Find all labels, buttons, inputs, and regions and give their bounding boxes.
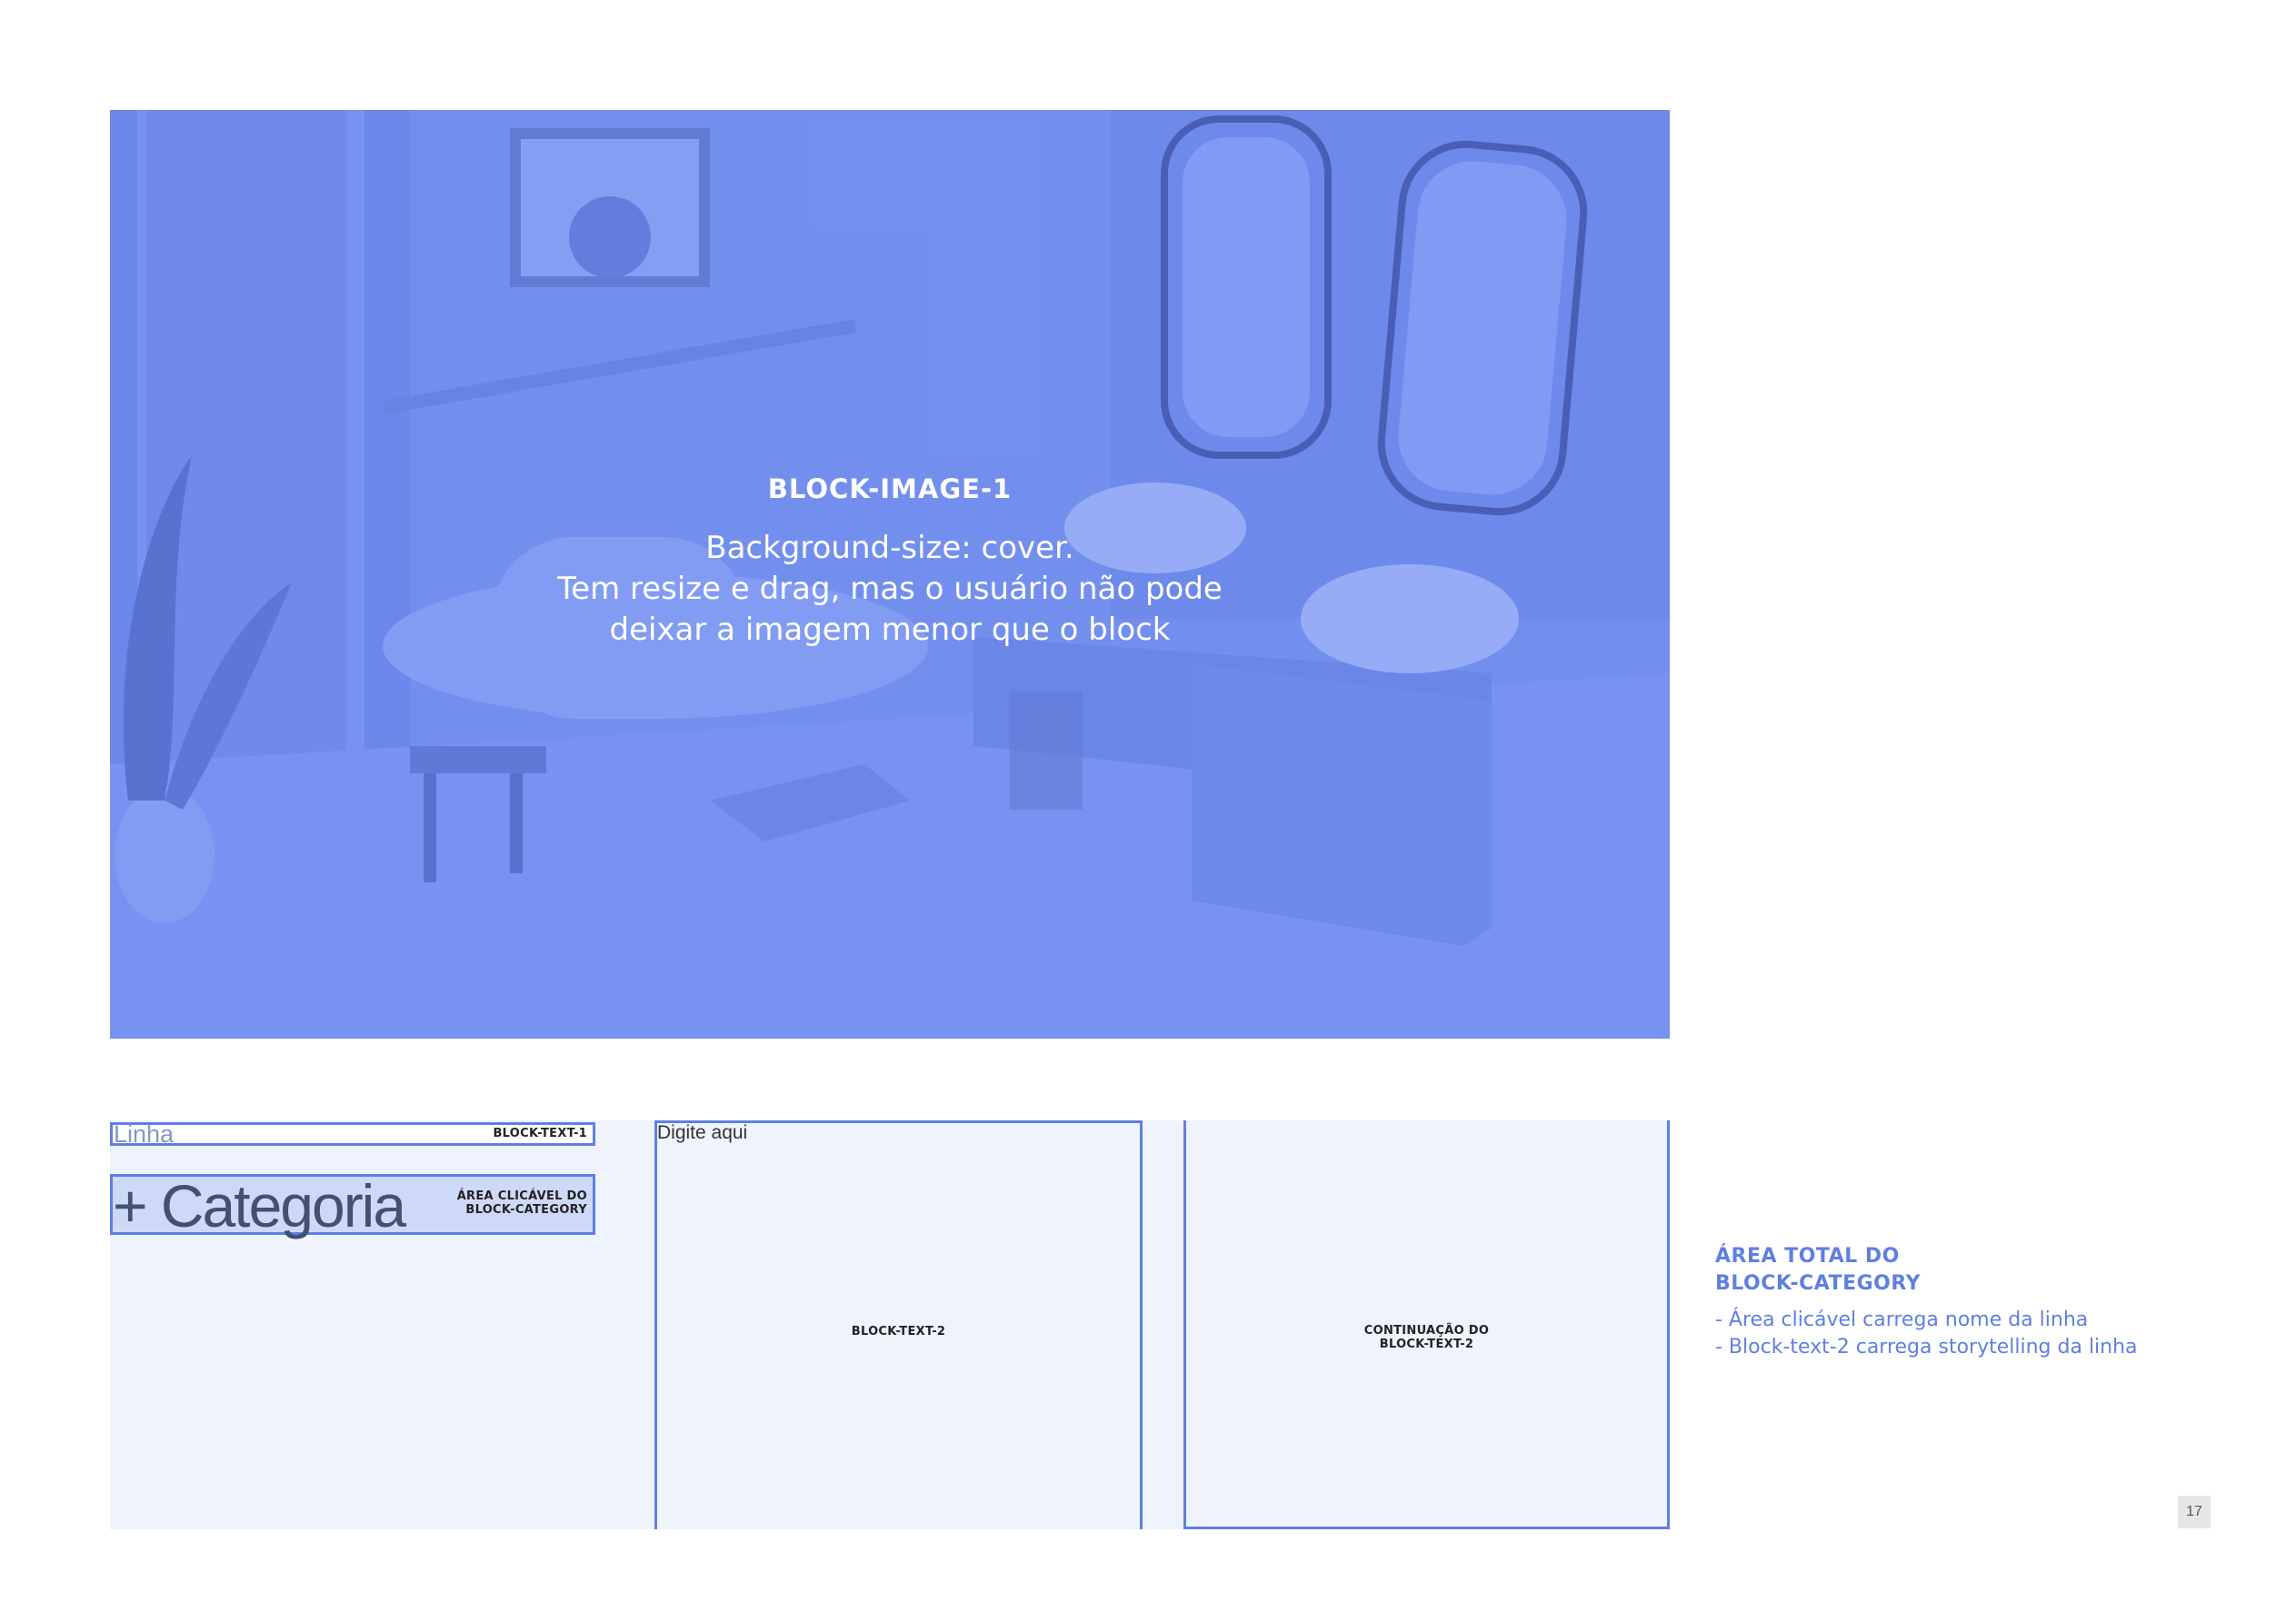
notes-item: - Block-text-2 carrega storytelling da l… [1715,1336,2138,1358]
notes-title: ÁREA TOTAL DO BLOCK-CATEGORY [1715,1243,2224,1298]
notes-item: - Área clicável carrega nome da linha [1715,1309,2089,1331]
block-text-2[interactable]: Digite aqui BLOCK-TEXT-2 [654,1120,1143,1529]
block-image-description: Background-size: cover. Tem resize e dra… [110,528,1670,651]
block-text-2-continuation[interactable]: CONTINUAÇÃO DO BLOCK-TEXT-2 [1183,1120,1670,1529]
block-category-clickable[interactable]: + Categoria ÁREA CLICÁVEL DO BLOCK-CATEG… [110,1172,595,1239]
block-category-label: ÁREA CLICÁVEL DO BLOCK-CATEGORY [457,1189,587,1217]
description-line: Background-size: cover. [705,530,1074,566]
label-line: ÁREA CLICÁVEL DO [456,1189,587,1203]
block-text-2-placeholder[interactable]: Digite aqui [657,1122,747,1144]
notes-list: - Área clicável carrega nome da linha - … [1715,1307,2224,1361]
label-line: BLOCK-TEXT-2 [1379,1338,1474,1351]
annotation-notes: ÁREA TOTAL DO BLOCK-CATEGORY - Área clic… [1715,1243,2224,1361]
block-text-1-field[interactable]: Linha BLOCK-TEXT-1 [110,1120,595,1149]
category-button-text[interactable]: + Categoria [113,1171,406,1240]
block-text-2-label: BLOCK-TEXT-2 [851,1325,946,1338]
image-caption: BLOCK-IMAGE-1 Background-size: cover. Te… [110,473,1670,651]
block-text-1-label: BLOCK-TEXT-1 [493,1127,587,1140]
label-line: CONTINUAÇÃO DO [1363,1324,1490,1338]
continuation-label: CONTINUAÇÃO DO BLOCK-TEXT-2 [1186,1324,1667,1351]
block-image-1[interactable]: BLOCK-IMAGE-1 Background-size: cover. Te… [110,110,1670,1039]
notes-title-line: BLOCK-CATEGORY [1715,1272,1922,1295]
label-line: BLOCK-CATEGORY [465,1203,587,1217]
notes-title-line: ÁREA TOTAL DO [1715,1245,1900,1268]
description-line: Tem resize e drag, mas o usuário não pod… [557,571,1223,607]
block-image-title: BLOCK-IMAGE-1 [767,473,1013,504]
linha-input-text[interactable]: Linha [114,1120,174,1149]
page-number: 17 [2178,1496,2211,1528]
description-line: deixar a imagem menor que o block [609,612,1171,648]
